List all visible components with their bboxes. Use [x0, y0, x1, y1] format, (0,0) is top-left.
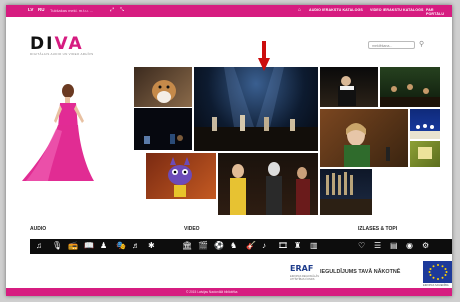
tagline-text: Tukšakas mekl. m.t.u. ...: [50, 8, 94, 13]
camera-icon[interactable]: 🎞: [278, 241, 288, 251]
microphone-icon[interactable]: 🎙: [52, 241, 62, 251]
dance-icon[interactable]: ♬: [132, 241, 140, 251]
nav-video-catalog[interactable]: VIDEO IERAKSTU KATALOGS: [370, 8, 423, 12]
eu-flag-icon: [423, 261, 452, 283]
lang-lv-link[interactable]: LV: [28, 7, 33, 12]
photo-orchestra-green[interactable]: [380, 67, 440, 107]
more-icon[interactable]: ✱: [148, 241, 155, 251]
diva-logo[interactable]: DIVA: [30, 34, 84, 54]
photo-concert-stage[interactable]: [194, 67, 318, 151]
text-size-icon[interactable]: ⤢: [110, 7, 114, 13]
choir-icon[interactable]: ♜: [294, 241, 301, 251]
search-icon[interactable]: ⚲: [419, 40, 424, 48]
favorites-icon[interactable]: ♡: [358, 241, 365, 251]
film-icon[interactable]: 🎬: [198, 241, 208, 251]
section-label-video: VIDEO: [184, 226, 200, 232]
photo-organ-hall[interactable]: [320, 169, 372, 215]
top-icon[interactable]: ⚙: [422, 241, 429, 251]
arrow-down-icon: [258, 41, 270, 71]
playlist-icon[interactable]: ▤: [390, 241, 398, 251]
instrument-icon[interactable]: 🎸: [246, 241, 256, 251]
category-icon-bar: ♫ 🎙 📻 📖 ♟ 🎭 ♬ ✱ 🏛 🎬 ⚽ ♞ 🎸 ♪ 🎞 ♜ ▥ ♡ ☰ ▤ …: [30, 239, 452, 254]
eraf-logo: ERAF: [290, 264, 314, 273]
footer-bar: © 2015 Latvijas Nacionālā bibliotēka: [6, 288, 452, 296]
section-label-playlists: IZLASES & TOPI: [358, 226, 398, 232]
section-label-audio: AUDIO: [30, 226, 47, 232]
sport-icon[interactable]: ⚽: [214, 241, 224, 251]
copyright-text: © 2015 Latvijas Nacionālā bibliotēka: [186, 290, 238, 294]
piano-icon[interactable]: ♟: [100, 241, 107, 251]
eye-icon[interactable]: ◉: [406, 241, 413, 251]
eraf-subtitle: EIROPAS REĢIONĀLĀS ATTĪSTĪBAS FONDS: [290, 275, 319, 281]
museum-icon[interactable]: 🏛: [182, 241, 192, 251]
person-icon[interactable]: ♞: [230, 241, 237, 251]
lang-ru-link[interactable]: RU: [38, 7, 45, 12]
photo-singers-band[interactable]: [218, 153, 318, 215]
search-input[interactable]: meklēšana...: [368, 41, 415, 49]
logo-text-di: DI: [30, 34, 55, 54]
photo-stage-dark[interactable]: [134, 108, 192, 150]
browser-page: LV RU Tukšakas mekl. m.t.u. ... ⤢ ⤡ ⌂ AU…: [6, 5, 452, 296]
photo-puppet-cat[interactable]: [146, 153, 216, 199]
photo-game-board[interactable]: [410, 141, 440, 167]
nav-about-portal[interactable]: PAR PORTĀLU: [426, 8, 452, 16]
photo-choir-blue[interactable]: [410, 109, 440, 139]
theater-icon[interactable]: 🎭: [116, 241, 126, 251]
logo-text-va: VA: [54, 34, 84, 54]
investment-slogan: IEGULDĪJUMS TAVĀ NĀKOTNĒ: [320, 269, 401, 275]
music-icon[interactable]: ♪: [262, 241, 266, 251]
photo-dog[interactable]: [134, 67, 192, 107]
eu-caption: EIROPAS SAVIENĪBA: [423, 284, 449, 287]
book-icon[interactable]: 📖: [84, 241, 94, 251]
photo-woman-speaker[interactable]: [320, 109, 408, 167]
model-illustration: [22, 84, 94, 181]
photo-performer[interactable]: [320, 67, 378, 107]
nav-audio-catalog[interactable]: AUDIO IERAKSTU KATALOGS: [309, 8, 363, 12]
radio-icon[interactable]: 📻: [68, 241, 78, 251]
home-icon[interactable]: ⌂: [298, 7, 301, 13]
top-nav-bar: LV RU Tukšakas mekl. m.t.u. ... ⤢ ⤡ ⌂ AU…: [6, 5, 452, 17]
note-icon[interactable]: ♫: [36, 241, 42, 251]
contrast-icon[interactable]: ⤡: [120, 7, 124, 13]
list-icon[interactable]: ☰: [374, 241, 381, 251]
logo-subtitle: DIGITĀLAIS AUDIO UN VIDEO ARHĪVS: [30, 52, 94, 56]
stage-icon[interactable]: ▥: [310, 241, 318, 251]
